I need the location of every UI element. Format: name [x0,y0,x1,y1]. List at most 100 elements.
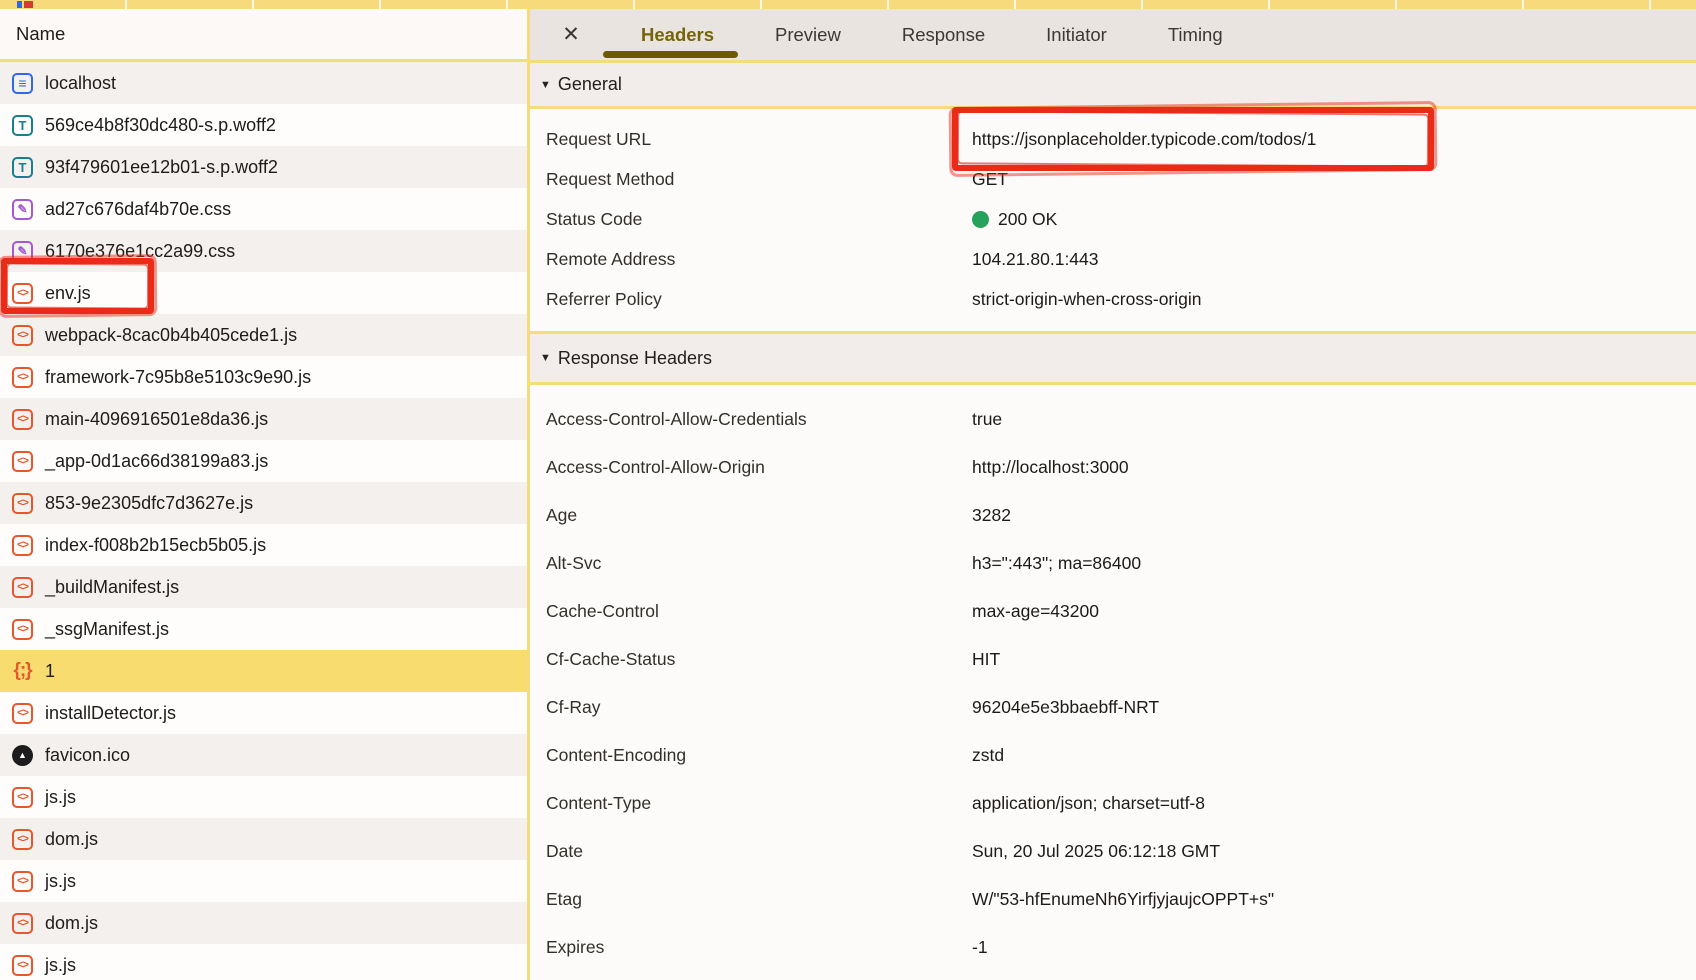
header-name: Age [530,505,972,526]
close-icon[interactable]: ✕ [560,21,582,49]
disclosure-triangle-icon: ▼ [540,79,551,91]
document-icon: ≡ [12,73,33,94]
header-value: http://localhost:3000 [972,457,1129,478]
overview-request-mark-blue [17,1,22,8]
network-overview-strip[interactable] [0,0,1696,9]
tab-headers[interactable]: Headers [641,9,714,60]
request-row[interactable]: <> dom.js [0,902,527,944]
request-row[interactable]: <> js.js [0,944,527,980]
request-row[interactable]: <> main-4096916501e8da36.js [0,398,527,440]
request-row[interactable]: ✎ ad27c676daf4b70e.css [0,188,527,230]
json-icon: {;} [12,661,33,682]
tab-preview[interactable]: Preview [775,9,841,60]
header-row: Access-Control-Allow-Credentials true [530,395,1696,443]
header-value: max-age=43200 [972,601,1099,622]
request-row[interactable]: <> dom.js [0,818,527,860]
request-name: 93f479601ee12b01-s.p.woff2 [45,157,278,178]
header-name: Request Method [530,169,972,190]
disclosure-triangle-icon: ▼ [540,352,551,364]
script-icon: <> [12,283,33,304]
header-value: 3282 [972,505,1011,526]
header-name: Access-Control-Allow-Credentials [530,409,972,430]
header-name: Access-Control-Allow-Origin [530,457,972,478]
request-row[interactable]: ▲ favicon.ico [0,734,527,776]
request-row[interactable]: <> 853-9e2305dfc7d3627e.js [0,482,527,524]
request-row[interactable]: {;} 1 [0,650,527,692]
request-name: _app-0d1ac66d38199a83.js [45,451,268,472]
stylesheet-icon: ✎ [12,241,33,262]
script-icon: <> [12,703,33,724]
font-icon: T [12,157,33,178]
request-name: env.js [45,283,91,304]
header-name: Cache-Control [530,601,972,622]
script-icon: <> [12,913,33,934]
details-tab-bar: ✕ Headers Preview Response Initiator Timing [530,9,1696,63]
script-icon: <> [12,871,33,892]
request-name: installDetector.js [45,703,176,724]
request-name: webpack-8cac0b4b405cede1.js [45,325,297,346]
request-row[interactable]: T 93f479601ee12b01-s.p.woff2 [0,146,527,188]
request-row[interactable]: <> js.js [0,776,527,818]
header-row: Cache-Control max-age=43200 [530,587,1696,635]
request-row[interactable]: <> _buildManifest.js [0,566,527,608]
request-name: js.js [45,871,76,892]
sections-container: ▼ General Request URL https://jsonplaceh… [530,63,1696,971]
header-name: Cf-Ray [530,697,972,718]
tab-response[interactable]: Response [902,9,985,60]
stylesheet-icon: ✎ [12,199,33,220]
request-name: localhost [45,73,116,94]
script-icon: <> [12,787,33,808]
name-column-header[interactable]: Name [0,9,527,62]
header-name: Request URL [530,129,972,150]
request-row[interactable]: <> framework-7c95b8e5103c9e90.js [0,356,527,398]
header-name: Content-Type [530,793,972,814]
request-row[interactable]: <> _ssgManifest.js [0,608,527,650]
header-value: application/json; charset=utf-8 [972,793,1205,814]
header-name: Status Code [530,209,972,230]
request-name: 853-9e2305dfc7d3627e.js [45,493,253,514]
file-list: ≡ localhost T 569ce4b8f30dc480-s.p.woff2… [0,62,527,980]
request-row[interactable]: <> _app-0d1ac66d38199a83.js [0,440,527,482]
status-ok-dot-icon [972,211,989,228]
request-row[interactable]: ≡ localhost [0,62,527,104]
header-value: strict-origin-when-cross-origin [972,289,1202,310]
header-value: https://jsonplaceholder.typicode.com/tod… [972,129,1316,150]
header-name: Remote Address [530,249,972,270]
request-name: ad27c676daf4b70e.css [45,199,231,220]
devtools-network-panel: Name ≡ localhost T 569ce4b8f30dc480-s.p.… [0,0,1696,980]
request-row[interactable]: <> env.js [0,272,527,314]
request-row[interactable]: T 569ce4b8f30dc480-s.p.woff2 [0,104,527,146]
header-name: Alt-Svc [530,553,972,574]
name-column-label: Name [16,23,65,45]
script-icon: <> [12,451,33,472]
header-value: 96204e5e3bbaebff-NRT [972,697,1159,718]
request-row[interactable]: <> index-f008b2b15ecb5b05.js [0,524,527,566]
section-title: Response Headers [558,348,712,369]
script-icon: <> [12,535,33,556]
request-row[interactable]: ✎ 6170e376e1cc2a99.css [0,230,527,272]
tab-initiator[interactable]: Initiator [1046,9,1107,60]
section-header-general[interactable]: ▼ General [530,63,1696,109]
header-row: Request URL https://jsonplaceholder.typi… [530,119,1696,159]
header-row: Age 3282 [530,491,1696,539]
header-name: Date [530,841,972,862]
request-row[interactable]: <> webpack-8cac0b4b405cede1.js [0,314,527,356]
request-row[interactable]: <> installDetector.js [0,692,527,734]
script-icon: <> [12,829,33,850]
request-name: 569ce4b8f30dc480-s.p.woff2 [45,115,276,136]
request-name: index-f008b2b15ecb5b05.js [45,535,266,556]
header-name: Cf-Cache-Status [530,649,972,670]
script-icon: <> [12,367,33,388]
header-list: Access-Control-Allow-Credentials true Ac… [530,385,1696,971]
header-value: 200 OK [972,209,1057,230]
tab-timing[interactable]: Timing [1168,9,1223,60]
script-icon: <> [12,619,33,640]
script-icon: <> [12,577,33,598]
request-row[interactable]: <> js.js [0,860,527,902]
section-header-response-headers[interactable]: ▼ Response Headers [530,331,1696,385]
request-name: _buildManifest.js [45,577,179,598]
header-row: Expires -1 [530,923,1696,971]
header-row: Cf-Cache-Status HIT [530,635,1696,683]
header-row: Content-Encoding zstd [530,731,1696,779]
font-icon: T [12,115,33,136]
